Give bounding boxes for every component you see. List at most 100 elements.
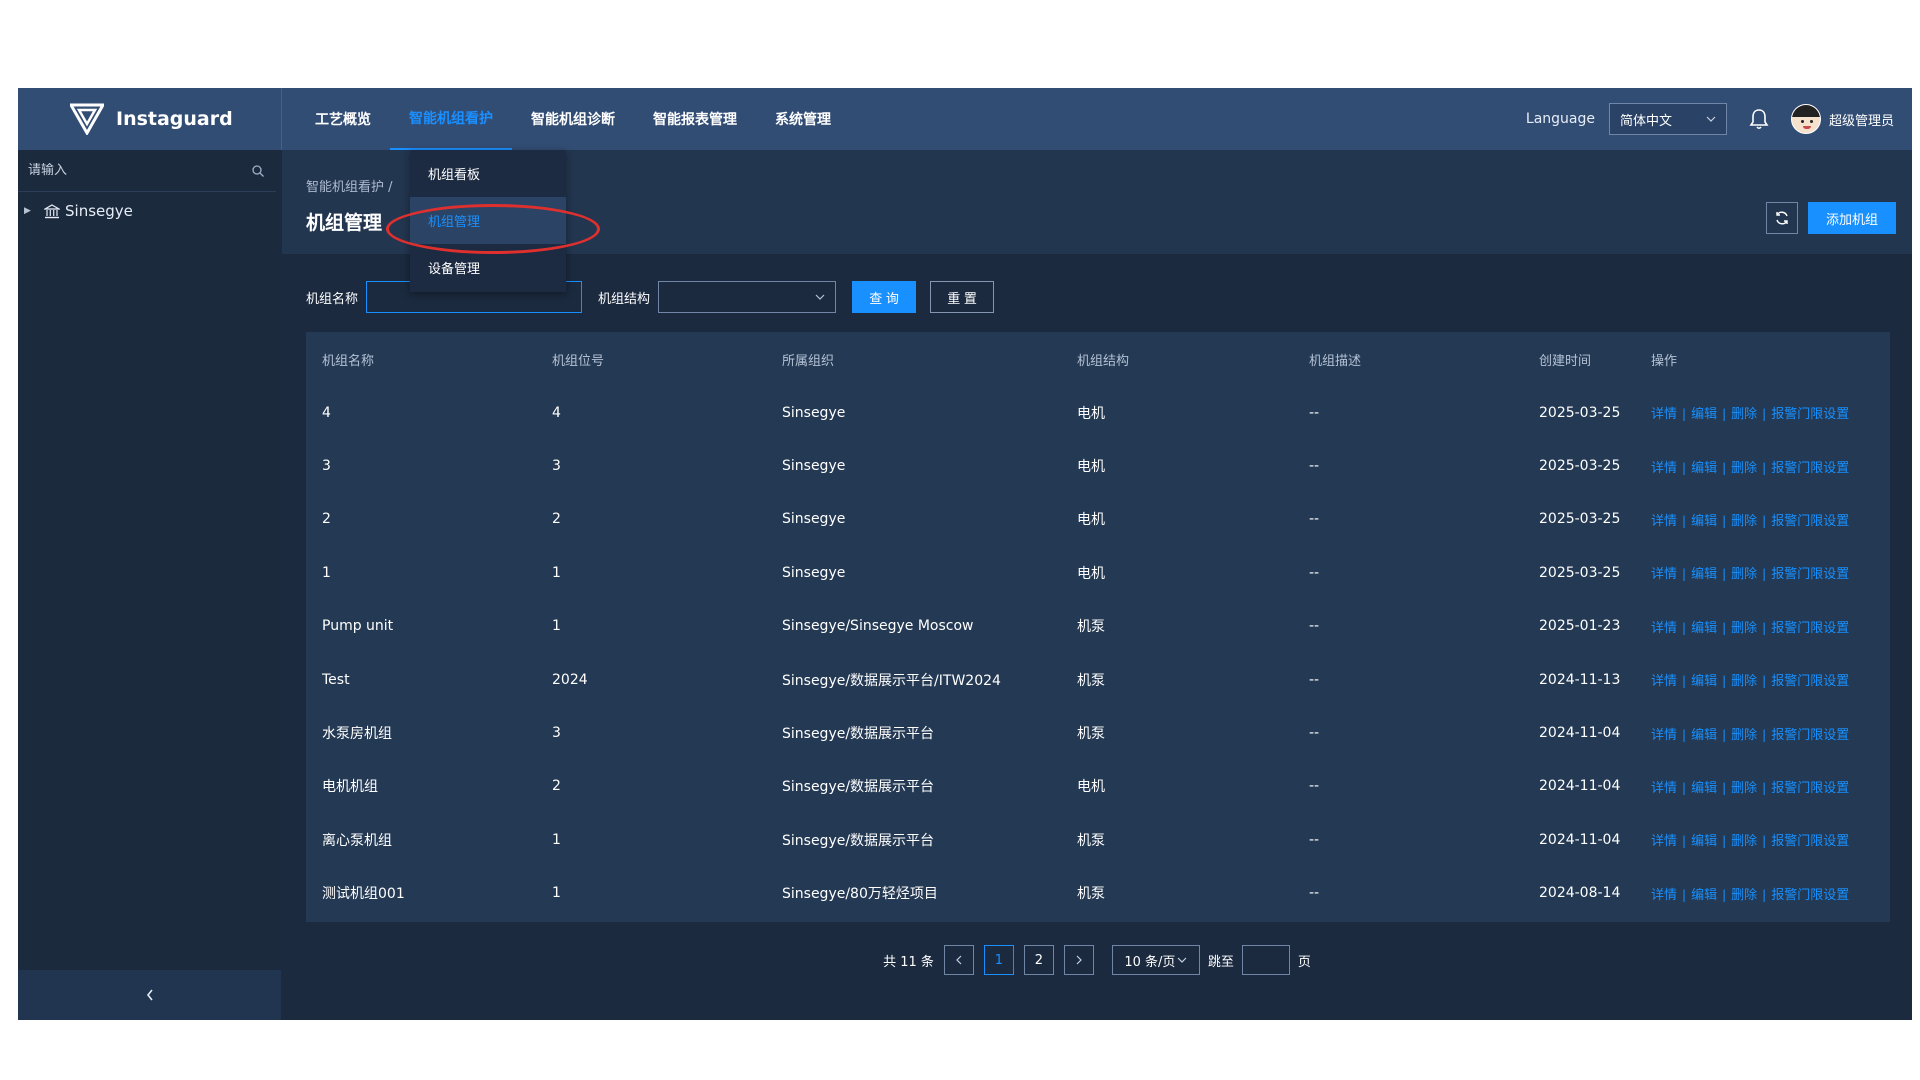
delete-link[interactable]: 删除 xyxy=(1731,567,1757,582)
table-cell: 2024-11-04 xyxy=(1539,725,1621,742)
menu-item-unit-dashboard[interactable]: 机组看板 xyxy=(410,150,566,197)
alarm-threshold-link[interactable]: 报警门限设置 xyxy=(1771,567,1849,582)
delete-link[interactable]: 删除 xyxy=(1731,728,1757,743)
table-row: 3 3 Sinsegye 电机 -- 2025-03-25 详情 | 编辑 | 删除 | 报警门限设置 xyxy=(306,439,1890,492)
table-cell: 电机 xyxy=(1077,512,1105,529)
edit-link[interactable]: 编辑 xyxy=(1691,728,1717,743)
nav-item-system-management[interactable]: 系统管理 xyxy=(756,88,850,150)
delete-link[interactable]: 删除 xyxy=(1731,461,1757,476)
action-separator: | xyxy=(1682,674,1687,689)
table-cell: 2 xyxy=(322,511,331,528)
delete-link[interactable]: 删除 xyxy=(1731,781,1757,796)
nav-item-unit-care[interactable]: 智能机组看护 xyxy=(390,88,512,150)
chevron-left-icon xyxy=(956,955,962,965)
add-unit-button[interactable]: 添加机组 xyxy=(1808,202,1896,234)
edit-link[interactable]: 编辑 xyxy=(1691,888,1717,903)
edit-link[interactable]: 编辑 xyxy=(1691,514,1717,529)
language-select[interactable]: 简体中文 xyxy=(1608,103,1727,135)
top-navigation-bar: Instaguard 工艺概览 智能机组看护 智能机组诊断 智能报表管理 系统管… xyxy=(18,88,1912,150)
refresh-button[interactable] xyxy=(1766,202,1798,234)
alarm-threshold-link[interactable]: 报警门限设置 xyxy=(1771,728,1849,743)
avatar[interactable] xyxy=(1790,104,1821,134)
alarm-threshold-link[interactable]: 报警门限设置 xyxy=(1771,461,1849,476)
refresh-icon xyxy=(1776,211,1788,225)
detail-link[interactable]: 详情 xyxy=(1651,567,1677,582)
edit-link[interactable]: 编辑 xyxy=(1691,461,1717,476)
alarm-threshold-link[interactable]: 报警门限设置 xyxy=(1771,888,1849,903)
delete-link[interactable]: 删除 xyxy=(1731,888,1757,903)
detail-link[interactable]: 详情 xyxy=(1651,834,1677,849)
table-cell: Sinsegye/80万轻烃项目 xyxy=(782,886,938,903)
nav-item-report-management[interactable]: 智能报表管理 xyxy=(634,88,756,150)
chevron-down-icon xyxy=(1706,116,1716,122)
table-cell: 2024-11-04 xyxy=(1539,831,1621,848)
action-separator: | xyxy=(1722,780,1727,795)
alarm-threshold-link[interactable]: 报警门限设置 xyxy=(1771,621,1849,636)
detail-link[interactable]: 详情 xyxy=(1651,514,1677,529)
table-cell: Sinsegye xyxy=(782,458,846,475)
detail-link[interactable]: 详情 xyxy=(1651,728,1677,743)
action-separator: | xyxy=(1682,460,1687,475)
chevron-down-icon xyxy=(815,294,825,300)
action-separator: | xyxy=(1762,567,1767,582)
edit-link[interactable]: 编辑 xyxy=(1691,781,1717,796)
action-separator: | xyxy=(1722,887,1727,902)
detail-link[interactable]: 详情 xyxy=(1651,407,1677,422)
detail-link[interactable]: 详情 xyxy=(1651,888,1677,903)
search-icon[interactable] xyxy=(252,164,264,177)
brand-name: Instaguard xyxy=(116,108,233,130)
delete-link[interactable]: 删除 xyxy=(1731,407,1757,422)
action-separator: | xyxy=(1722,727,1727,742)
table-cell: 4 xyxy=(552,404,561,421)
action-separator: | xyxy=(1722,567,1727,582)
prev-page-button[interactable] xyxy=(943,945,974,975)
detail-link[interactable]: 详情 xyxy=(1651,461,1677,476)
sidebar-search-input[interactable] xyxy=(28,163,228,178)
edit-link[interactable]: 编辑 xyxy=(1691,567,1717,582)
page-button-2[interactable]: 2 xyxy=(1023,945,1054,975)
next-page-button[interactable] xyxy=(1063,945,1094,975)
action-separator: | xyxy=(1682,780,1687,795)
table-row: 测试机组001 1 Sinsegye/80万轻烃项目 机泵 -- 2024-08-14 详情… xyxy=(306,867,1890,920)
table-cell: Sinsegye xyxy=(782,511,846,528)
brand-logo[interactable]: Instaguard xyxy=(18,88,282,150)
page-button-1[interactable]: 1 xyxy=(983,945,1014,975)
alarm-threshold-link[interactable]: 报警门限设置 xyxy=(1771,514,1849,529)
jump-page-input[interactable] xyxy=(1241,945,1290,975)
delete-link[interactable]: 删除 xyxy=(1731,834,1757,849)
unit-structure-select[interactable] xyxy=(658,281,837,313)
tree-node-sinsegye[interactable]: ▶ Sinsegye xyxy=(18,192,276,230)
alarm-threshold-link[interactable]: 报警门限设置 xyxy=(1771,407,1849,422)
bell-icon[interactable] xyxy=(1749,108,1769,130)
edit-link[interactable]: 编辑 xyxy=(1691,834,1717,849)
page-suffix: 页 xyxy=(1297,954,1311,970)
table-cell: 3 xyxy=(322,458,331,475)
query-button[interactable]: 查 询 xyxy=(852,281,917,313)
nav-item-process-overview[interactable]: 工艺概览 xyxy=(296,88,390,150)
edit-link[interactable]: 编辑 xyxy=(1691,407,1717,422)
detail-link[interactable]: 详情 xyxy=(1651,781,1677,796)
table-cell: Sinsegye/数据展示平台 xyxy=(782,832,935,849)
sidebar-collapse-button[interactable] xyxy=(18,970,281,1020)
alarm-threshold-link[interactable]: 报警门限设置 xyxy=(1771,834,1849,849)
reset-button[interactable]: 重 置 xyxy=(930,281,995,313)
table-cell: 2024-08-14 xyxy=(1539,885,1621,902)
action-separator: | xyxy=(1722,674,1727,689)
table-cell: 1 xyxy=(322,564,331,581)
delete-link[interactable]: 删除 xyxy=(1731,674,1757,689)
delete-link[interactable]: 删除 xyxy=(1731,514,1757,529)
delete-link[interactable]: 删除 xyxy=(1731,621,1757,636)
column-header: 所属组织 xyxy=(782,353,835,369)
nav-item-unit-diagnosis[interactable]: 智能机组诊断 xyxy=(512,88,634,150)
edit-link[interactable]: 编辑 xyxy=(1691,674,1717,689)
alarm-threshold-link[interactable]: 报警门限设置 xyxy=(1771,674,1849,689)
page-size-select[interactable]: 10 条/页 xyxy=(1111,945,1200,975)
edit-link[interactable]: 编辑 xyxy=(1691,621,1717,636)
alarm-threshold-link[interactable]: 报警门限设置 xyxy=(1771,781,1849,796)
caret-right-icon[interactable]: ▶ xyxy=(24,206,44,216)
detail-link[interactable]: 详情 xyxy=(1651,621,1677,636)
detail-link[interactable]: 详情 xyxy=(1651,674,1677,689)
user-name[interactable]: 超级管理员 xyxy=(1829,110,1894,129)
table-cell: 2025-01-23 xyxy=(1539,618,1621,635)
breadcrumb[interactable]: 智能机组看护 / xyxy=(306,176,393,195)
